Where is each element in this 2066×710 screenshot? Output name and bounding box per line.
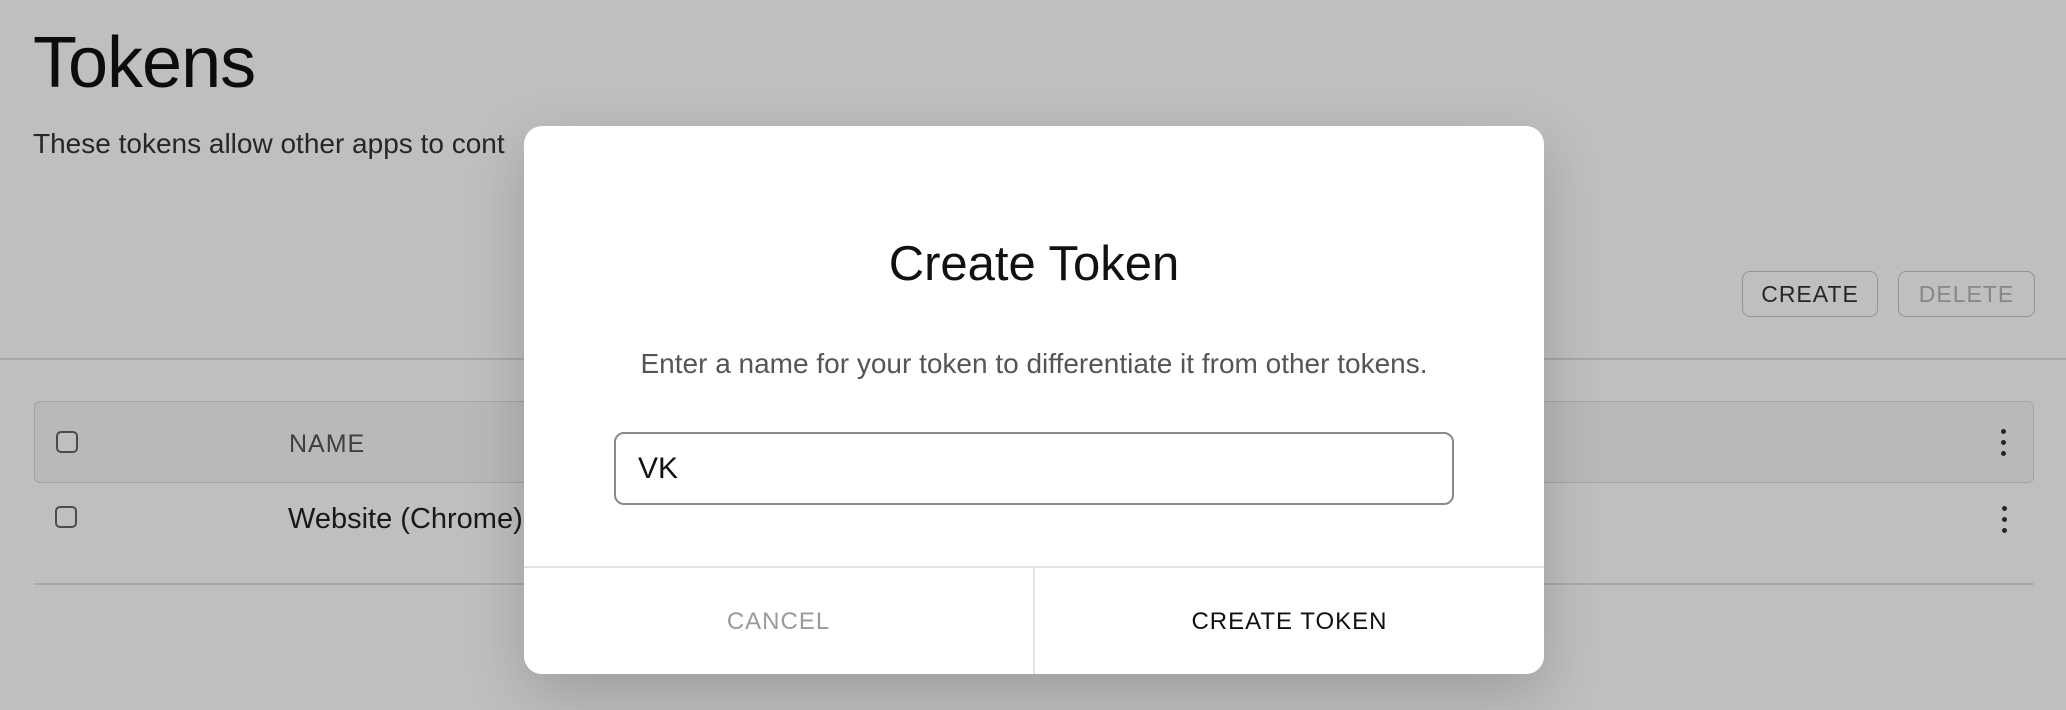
cancel-button[interactable]: CANCEL: [524, 568, 1035, 674]
token-name-input[interactable]: [614, 432, 1454, 505]
dialog-title: Create Token: [888, 237, 1180, 291]
dialog-footer: CANCEL CREATE TOKEN: [524, 566, 1544, 674]
dialog-description: Enter a name for your token to different…: [640, 348, 1428, 379]
create-token-dialog: Create Token Enter a name for your token…: [524, 126, 1544, 674]
create-token-button[interactable]: CREATE TOKEN: [1035, 568, 1544, 674]
